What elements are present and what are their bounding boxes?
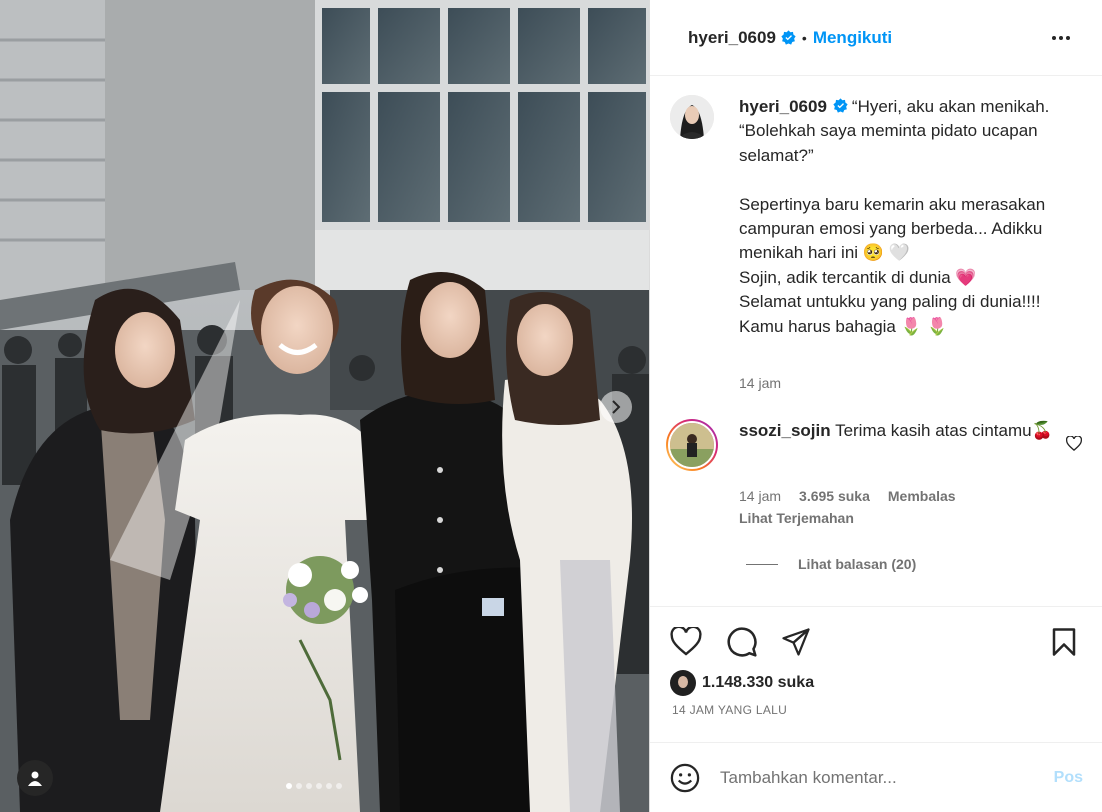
- comment-body: ssozi_sojin Terima kasih atas cintamu🍒: [739, 419, 1059, 471]
- emoji-smiley-icon[interactable]: [670, 763, 700, 793]
- avatar-image: [670, 95, 714, 139]
- dot-icon: [1052, 35, 1056, 40]
- carousel-indicator: [286, 783, 342, 789]
- action-bar: [650, 606, 1102, 607]
- more-options-button[interactable]: [1052, 35, 1070, 40]
- comments-section[interactable]: hyeri_0609 “Hyeri, aku akan menikah. “Bol…: [650, 77, 1102, 607]
- translate-row: Lihat Terjemahan: [739, 510, 854, 526]
- likes-summary[interactable]: 1.148.330 suka: [670, 670, 814, 696]
- dot-icon: [1066, 35, 1070, 40]
- commenter-avatar[interactable]: [666, 419, 718, 471]
- post-comment-button[interactable]: Pos: [1054, 769, 1083, 787]
- post-time-ago[interactable]: 14 JAM YANG LALU: [672, 703, 787, 717]
- post-media[interactable]: [0, 0, 649, 812]
- reply-button[interactable]: Membalas: [888, 488, 956, 504]
- carousel-dot: [286, 783, 292, 789]
- verified-badge-icon: [781, 30, 796, 45]
- carousel-dot: [306, 783, 312, 789]
- post-header: hyeri_0609 • Mengikuti: [650, 0, 1102, 76]
- caption-body: hyeri_0609 “Hyeri, aku akan menikah. “Bol…: [739, 95, 1069, 339]
- comment-input[interactable]: [720, 767, 1054, 788]
- header-separator: •: [801, 29, 807, 46]
- caption-text: “Hyeri, aku akan menikah. “Bolehkah saya…: [739, 97, 1050, 336]
- comment-text: Terima kasih atas cintamu🍒: [835, 421, 1053, 440]
- avatar-image: [670, 423, 714, 467]
- carousel-dot: [326, 783, 332, 789]
- carousel-dot: [316, 783, 322, 789]
- view-replies-label: Lihat balasan (20): [798, 556, 917, 572]
- comment-likes[interactable]: 3.695 suka: [799, 488, 870, 504]
- caption: hyeri_0609 “Hyeri, aku akan menikah. “Bol…: [670, 95, 1069, 339]
- save-bookmark-icon[interactable]: [1050, 627, 1078, 657]
- commenter-username[interactable]: ssozi_sojin: [739, 421, 831, 440]
- tagged-users-button[interactable]: [17, 760, 53, 796]
- add-comment-bar: Pos: [650, 742, 1102, 812]
- verified-badge-icon: [833, 98, 848, 113]
- post-sidebar: hyeri_0609 • Mengikuti hyeri_0609 “Hyeri…: [649, 0, 1102, 812]
- likes-count[interactable]: 1.148.330 suka: [702, 674, 814, 692]
- wedding-photo: [0, 0, 649, 812]
- caption-username[interactable]: hyeri_0609: [739, 97, 827, 116]
- next-image-button[interactable]: [600, 391, 632, 423]
- comment-bubble-icon[interactable]: [726, 626, 758, 658]
- like-comment-heart-icon[interactable]: [1066, 436, 1082, 451]
- share-paper-plane-icon[interactable]: [780, 627, 812, 657]
- dot-icon: [1059, 35, 1063, 40]
- caption-time[interactable]: 14 jam: [739, 375, 781, 391]
- view-replies-button[interactable]: Lihat balasan (20): [746, 556, 916, 572]
- chevron-right-icon: [612, 400, 621, 414]
- replies-divider: [746, 563, 778, 565]
- carousel-dot: [296, 783, 302, 789]
- user-icon: [28, 771, 42, 786]
- comment-item: ssozi_sojin Terima kasih atas cintamu🍒: [666, 419, 1059, 471]
- comment-time[interactable]: 14 jam: [739, 488, 781, 504]
- author-username[interactable]: hyeri_0609: [688, 28, 776, 48]
- caption-meta: 14 jam: [739, 375, 781, 391]
- carousel-dot: [336, 783, 342, 789]
- avatar-image: [670, 670, 696, 696]
- liker-avatar: [670, 670, 696, 696]
- author-avatar[interactable]: [670, 95, 714, 139]
- like-heart-icon[interactable]: [670, 627, 702, 656]
- see-translation-link[interactable]: Lihat Terjemahan: [739, 510, 854, 526]
- comment-meta: 14 jam 3.695 suka Membalas: [739, 488, 956, 504]
- following-button[interactable]: Mengikuti: [813, 28, 892, 48]
